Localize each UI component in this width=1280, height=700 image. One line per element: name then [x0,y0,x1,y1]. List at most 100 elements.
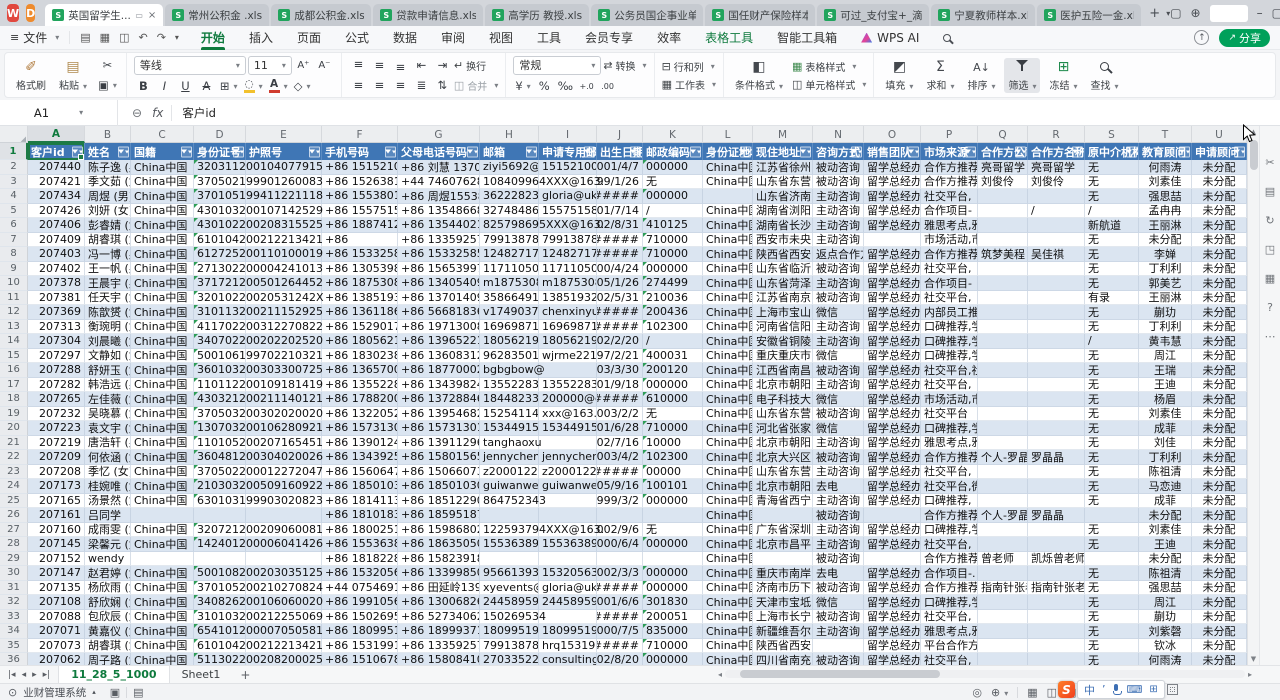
cell[interactable]: 无 [1085,624,1139,639]
cell[interactable] [978,653,1028,665]
cell[interactable] [1028,595,1085,610]
cell[interactable]: 被动咨询 [813,581,864,596]
cell[interactable]: 未分配 [1192,175,1247,190]
column-letter-B[interactable]: B [85,126,131,143]
cell[interactable]: 合作方推荐 [921,581,978,596]
cell[interactable] [480,552,539,567]
new-tab-button[interactable]: + [1143,6,1166,21]
cell[interactable]: 重庆重庆市 [753,349,813,364]
cell[interactable]: 胡睿琪 (女 [85,233,131,248]
cell[interactable]: 微信 [813,421,864,436]
cell[interactable]: 市场活动,市 [921,392,978,407]
side-tool-icon-7[interactable]: ⋯ [1265,330,1276,343]
cell[interactable]: 钦冰 [1139,639,1192,654]
cell[interactable]: China中国 [131,610,194,625]
cell[interactable]: China中国 [703,378,753,393]
row-number[interactable]: 33 [0,610,28,625]
cell[interactable]: China中国 [703,160,753,175]
cell[interactable]: China中国 [703,305,753,320]
cell[interactable]: 244589596 [539,595,597,610]
cell[interactable]: 370502200012272047 [194,465,246,480]
cell[interactable]: China中国 [131,523,194,538]
cell[interactable] [864,233,921,248]
cell[interactable]: 未分配 [1192,436,1247,451]
cell[interactable]: 刘俊伶 [1028,175,1085,190]
name-box[interactable]: A1 ▾ [0,100,118,126]
row-number[interactable]: 6 [0,218,28,233]
next-sheet-icon[interactable]: ▸ [32,670,37,680]
cell[interactable]: 合作方推荐 [921,175,978,190]
cell[interactable]: 207232 [28,407,85,422]
cell[interactable]: 社交平台, [921,291,978,306]
cell[interactable]: +86 15731301 [322,421,398,436]
cell[interactable]: China中国 [703,595,753,610]
cell[interactable]: 留学总经办 [864,566,921,581]
qat-more-icon[interactable]: ▾ [175,33,179,42]
cell[interactable]: 何雨涛 [1139,160,1192,175]
cell[interactable]: 1997/2/21 [597,349,643,364]
menu-tab-效率[interactable]: 效率 [645,26,693,50]
cell[interactable]: 周子路 (女 [85,653,131,665]
cell[interactable]: 未分配 [1192,305,1247,320]
cell[interactable]: 未分配 [1192,450,1247,465]
cell[interactable]: 155751588 [539,204,597,219]
cell[interactable]: 未分配 [1192,349,1247,364]
row-number[interactable]: 31 [0,581,28,596]
cell[interactable]: 被动咨询 [813,291,864,306]
align-middle-button[interactable]: ≡ [370,57,389,74]
cell[interactable]: 李婵 [1139,247,1192,262]
cell[interactable]: 511302200208200025 [194,653,246,665]
cell[interactable]: 无 [1085,421,1139,436]
cell[interactable]: gloria@uk [539,189,597,204]
filter-dropdown-icon[interactable] [1126,146,1137,157]
cell[interactable]: 210036 [643,291,703,306]
cell[interactable]: 430103200107142529 [194,204,246,219]
cell[interactable]: 2001/6/28 [597,421,643,436]
cell[interactable]: +86 1370140948 [398,291,480,306]
cell[interactable] [131,508,194,523]
cell[interactable]: 社交平台, [921,537,978,552]
cell[interactable]: 无 [1085,320,1139,335]
docer-icon[interactable]: D [26,4,35,22]
cell[interactable] [978,610,1028,625]
cell[interactable]: ######## [597,392,643,407]
cell[interactable]: 340826200106060020 [194,595,246,610]
row-number[interactable]: 16 [0,363,28,378]
cell[interactable] [1028,566,1085,581]
cell[interactable]: wjrme221@ [539,349,597,364]
cell[interactable]: 杨欣雨 (女 [85,581,131,596]
row-number[interactable]: 19 [0,407,28,422]
cell[interactable]: 留学总经办 [864,218,921,233]
cell[interactable] [1028,392,1085,407]
cell[interactable] [978,407,1028,422]
cell[interactable]: 207088 [28,610,85,625]
cell[interactable]: 唐浩轩 (男 [85,436,131,451]
cell[interactable]: chenxinyur [539,305,597,320]
filter-button[interactable]: 筛选▾ [1004,58,1040,93]
cell[interactable] [643,552,703,567]
cell[interactable]: 丁利利 [1139,320,1192,335]
cell[interactable]: 周江 [1139,595,1192,610]
cell[interactable]: 未分配 [1192,494,1247,509]
cell[interactable]: +86 18002510 [322,523,398,538]
cell[interactable]: +86 田延岭1395 [398,581,480,596]
column-letter-I[interactable]: I [539,126,597,143]
cell[interactable]: 000000 [643,581,703,596]
cell[interactable]: 000000 [643,189,703,204]
cell[interactable]: 710000 [643,233,703,248]
number-format-select[interactable]: 常规▾ [513,56,601,75]
cell[interactable]: 刘晨曦 (女 [85,334,131,349]
cell[interactable]: China中国 [131,494,194,509]
cell[interactable]: 蒯玏 [1139,305,1192,320]
cell[interactable] [1085,552,1139,567]
cell[interactable]: 天津市宝坻 [753,595,813,610]
filter-dropdown-icon[interactable] [1015,146,1026,157]
cell[interactable] [1028,189,1085,204]
cell[interactable]: 153449155 [539,421,597,436]
cell[interactable]: 未分配 [1192,639,1247,654]
cell[interactable]: 主动咨询 [813,189,864,204]
cell[interactable]: 北京市昌平 [753,537,813,552]
cell[interactable]: hrq153199 [539,639,597,654]
cell[interactable]: 200051 [643,610,703,625]
cell[interactable]: 2001/9/18 [597,378,643,393]
